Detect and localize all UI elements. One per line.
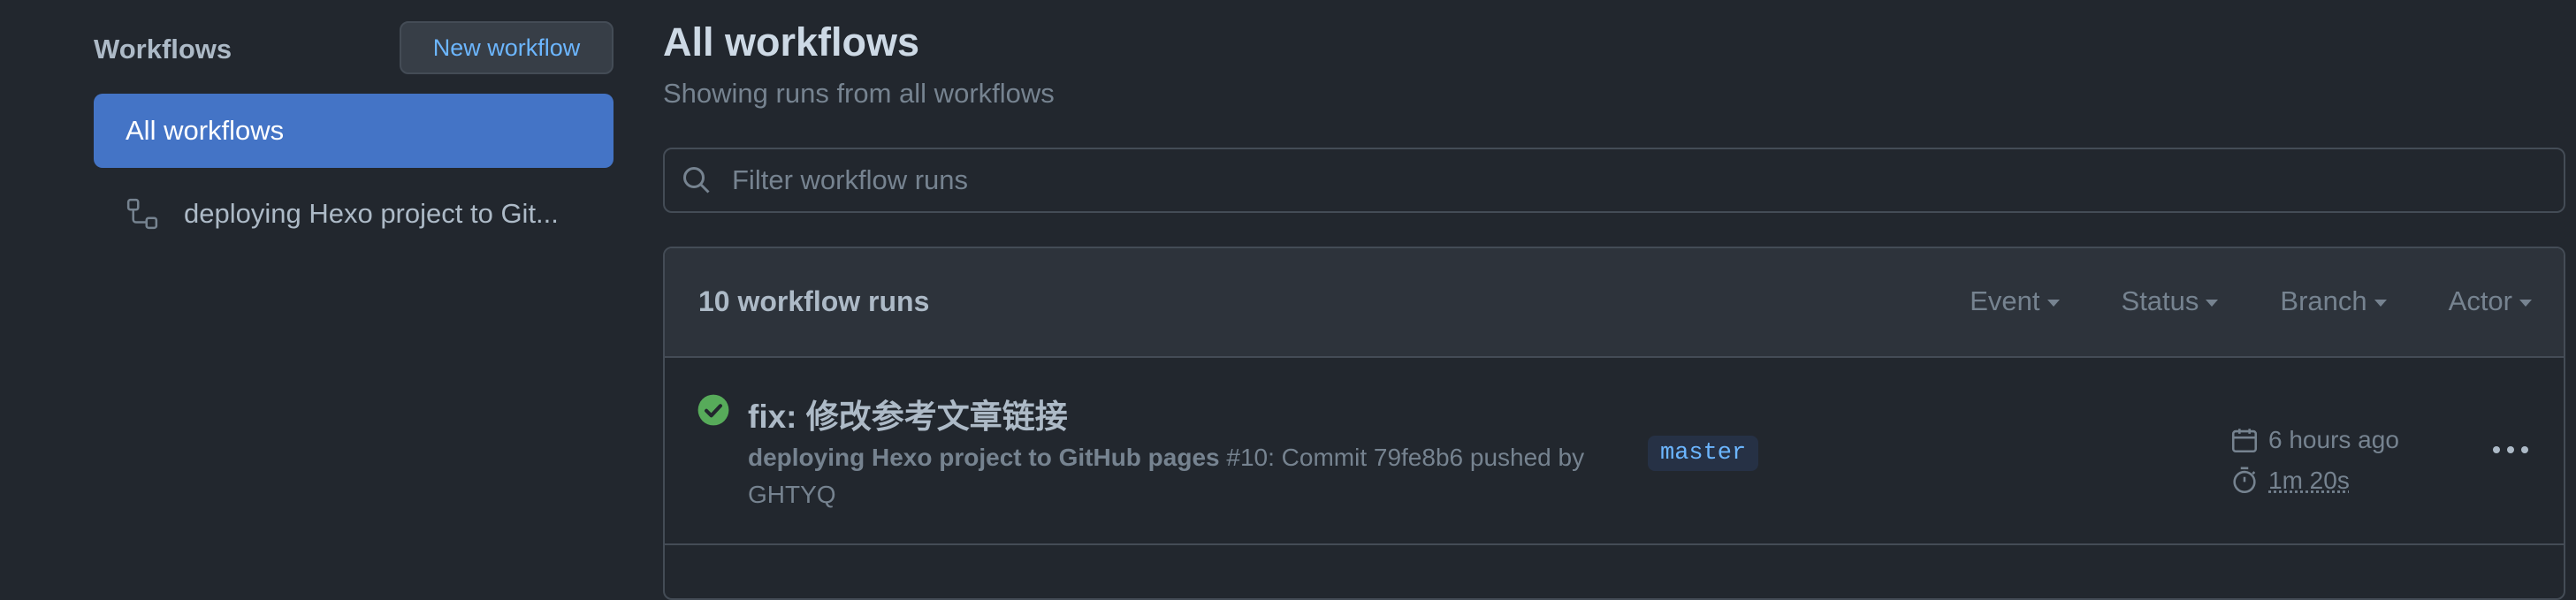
stopwatch-icon [2233, 467, 2256, 494]
filter-box [663, 148, 2565, 213]
page-title: All workflows [663, 19, 920, 65]
actor-filter-dropdown[interactable]: Actor [2449, 285, 2532, 317]
runs-filters: Event Status Branch Actor [1908, 285, 2532, 317]
sidebar-item-label: deploying Hexo project to Git... [184, 198, 559, 229]
sidebar-title: Workflows [94, 34, 232, 65]
chevron-down-icon [2206, 300, 2219, 307]
actor-filter-label: Actor [2448, 285, 2512, 316]
new-workflow-button[interactable]: New workflow [400, 21, 614, 74]
run-workflow-name: deploying Hexo project to GitHub pages [748, 444, 1220, 471]
run-meta: deploying Hexo project to GitHub pages #… [748, 439, 1641, 513]
chevron-down-icon [2374, 300, 2387, 307]
chevron-down-icon [2046, 300, 2060, 307]
run-duration: 1m 20s [2268, 467, 2350, 494]
calendar-icon [2231, 429, 2258, 453]
runs-list-header: 10 workflow runs Event Status Branch Act… [665, 248, 2564, 358]
sidebar-item-label: All workflows [126, 115, 285, 146]
run-title-link[interactable]: fix: 修改参考文章链接 [748, 390, 1068, 437]
run-time-ago: 6 hours ago [2268, 426, 2399, 453]
status-filter-label: Status [2121, 285, 2199, 316]
search-icon [683, 167, 710, 194]
branch-filter-dropdown[interactable]: Branch [2280, 285, 2387, 317]
sidebar-header: Workflows New workflow [94, 19, 614, 78]
more-options-icon[interactable] [2493, 441, 2528, 459]
sidebar-item-all-workflows[interactable]: All workflows [94, 94, 614, 168]
event-filter-label: Event [1970, 285, 2040, 316]
status-filter-dropdown[interactable]: Status [2122, 285, 2219, 317]
sidebar-item-deploy-workflow[interactable]: deploying Hexo project to Git... [94, 177, 614, 251]
workflow-runs-list: 10 workflow runs Event Status Branch Act… [663, 247, 2565, 600]
branch-filter-label: Branch [2280, 285, 2367, 316]
runs-count: 10 workflow runs [698, 285, 930, 317]
branch-badge[interactable]: master [1648, 436, 1759, 471]
event-filter-dropdown[interactable]: Event [1970, 285, 2060, 317]
page-subtitle: Showing runs from all workflows [663, 78, 1055, 109]
filter-workflow-runs-input[interactable] [730, 163, 2413, 197]
chevron-down-icon [2519, 300, 2532, 307]
run-timing: 6 hours ago 1m 20s [2229, 420, 2399, 501]
workflows-sidebar: Workflows New workflow All workflows dep… [94, 19, 614, 230]
success-check-icon [697, 394, 729, 426]
workflow-icon [126, 198, 158, 230]
workflow-run-row[interactable]: fix: 修改参考文章链接 deploying Hexo project to … [665, 358, 2564, 545]
